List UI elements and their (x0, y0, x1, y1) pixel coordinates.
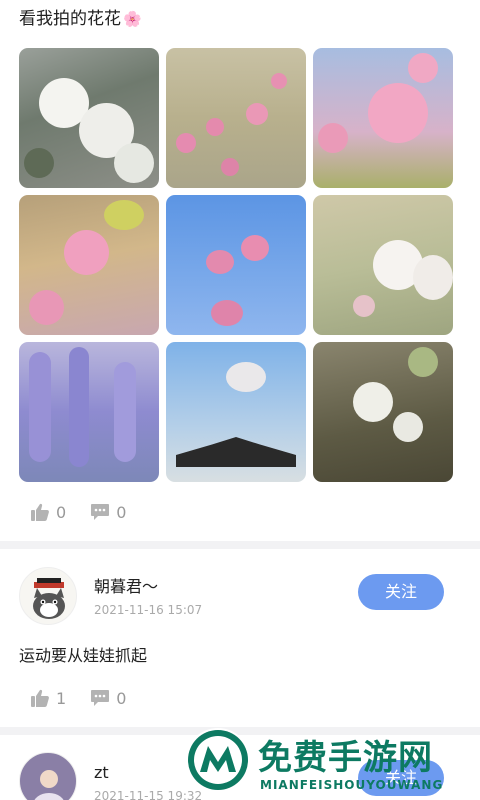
photo-pink-cherry-blue-sky[interactable] (166, 195, 306, 335)
photo-white-cherry-blossoms[interactable] (19, 48, 159, 188)
photo-pagoda-roof-blossoms[interactable] (166, 342, 306, 482)
post-title-text: 看我拍的花花 (19, 9, 121, 29)
watermark-title: 免费手游网 (258, 738, 433, 778)
comment-count: 0 (116, 688, 127, 708)
photo-pink-cherry-yellow-leaves[interactable] (19, 195, 159, 335)
watermark: 免费手游网 MIANFEISHOUYOUWANG (186, 728, 476, 796)
photo-pink-double-cherry[interactable] (313, 48, 453, 188)
photo-white-double-cherry[interactable] (313, 195, 453, 335)
post1-stats: 0 0 (30, 498, 150, 526)
comment-icon (91, 690, 110, 706)
cherry-blossom-icon: 🌸 (123, 10, 142, 28)
person-avatar-icon (34, 770, 64, 800)
like-button[interactable]: 0 (30, 502, 66, 522)
follow-button[interactable]: 关注 (358, 574, 444, 610)
post-title: 看我拍的花花 🌸 (19, 7, 142, 31)
like-count: 1 (56, 688, 67, 708)
watermark-logo-icon (186, 728, 250, 792)
comment-icon (91, 504, 110, 520)
avatar[interactable] (19, 752, 77, 800)
comment-button[interactable]: 0 (90, 502, 126, 522)
photo-white-blossoms-dark[interactable] (313, 342, 453, 482)
post-divider (0, 541, 480, 549)
comment-button[interactable]: 0 (90, 688, 126, 708)
comment-count: 0 (116, 502, 127, 522)
post2-stats: 1 0 (30, 684, 150, 712)
post-text: 运动要从娃娃抓起 (19, 646, 148, 665)
like-count: 0 (56, 502, 67, 522)
username[interactable]: 朝暮君～ (94, 576, 158, 598)
cat-avatar-icon (33, 578, 65, 619)
watermark-subtitle: MIANFEISHOUYOUWANG (260, 778, 444, 792)
photo-purple-wisteria[interactable] (19, 342, 159, 482)
photo-pink-blossoms-branches[interactable] (166, 48, 306, 188)
photo-grid (19, 48, 453, 483)
like-button[interactable]: 1 (30, 688, 66, 708)
thumbs-up-icon (31, 689, 49, 707)
thumbs-up-icon (31, 503, 49, 521)
avatar[interactable] (19, 567, 77, 625)
post-timestamp: 2021-11-16 15:07 (94, 603, 203, 617)
username[interactable]: zt (94, 762, 109, 784)
